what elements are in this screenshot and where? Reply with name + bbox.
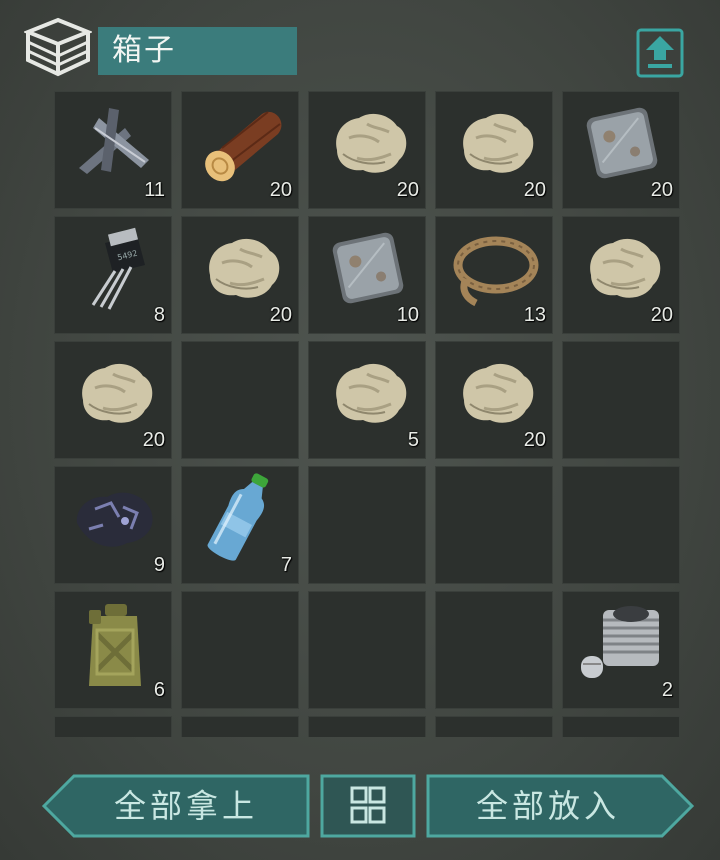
inventory-slot[interactable]: 20: [54, 341, 172, 459]
slot-count: 20: [269, 179, 292, 201]
slot-count: 13: [523, 304, 546, 326]
inventory-slot[interactable]: [181, 591, 299, 709]
inventory-slot[interactable]: 20: [562, 91, 680, 209]
inventory-slot[interactable]: 11: [54, 91, 172, 209]
stone-icon: [446, 98, 544, 188]
inventory-slot[interactable]: [562, 341, 680, 459]
sort-button[interactable]: [320, 774, 416, 838]
slot-count: 20: [650, 304, 673, 326]
inventory-slot[interactable]: 20: [181, 91, 299, 209]
slot-count: 20: [523, 429, 546, 451]
inventory-slot[interactable]: 7: [181, 466, 299, 584]
slot-count: 7: [280, 554, 292, 576]
inventory-slot[interactable]: [562, 466, 680, 584]
take-all-label: 全部拿上: [114, 787, 259, 825]
slot-count: 6: [153, 679, 165, 701]
scrap-metal-icon: [65, 98, 163, 188]
inventory-slot[interactable]: [435, 591, 553, 709]
grid-sort-icon: [320, 774, 416, 838]
coal-ore-icon: [65, 473, 163, 563]
inventory-slot[interactable]: [435, 466, 553, 584]
stone-icon: [192, 223, 290, 313]
inventory-slot[interactable]: 6: [54, 591, 172, 709]
inventory-slot[interactable]: 13: [435, 216, 553, 334]
inventory-slot[interactable]: 20: [181, 216, 299, 334]
inventory-slot[interactable]: 20: [562, 216, 680, 334]
transistor-icon: [65, 223, 163, 313]
iron-plate-icon: [319, 223, 417, 313]
slot-count: 8: [153, 304, 165, 326]
put-all-label: 全部放入: [476, 787, 621, 825]
slot-count: 11: [144, 179, 165, 201]
slot-count: 10: [396, 304, 419, 326]
container-title: 箱子: [98, 27, 297, 75]
stone-icon: [573, 223, 671, 313]
stone-icon: [319, 98, 417, 188]
stone-icon: [65, 348, 163, 438]
iron-plate-icon: [573, 98, 671, 188]
water-bottle-icon: [192, 473, 290, 563]
inventory-slot[interactable]: [308, 466, 426, 584]
inventory-slot[interactable]: [562, 716, 680, 737]
slot-count: 20: [523, 179, 546, 201]
inventory-slot[interactable]: 10: [308, 216, 426, 334]
inventory-slot[interactable]: [181, 341, 299, 459]
slot-count: 5: [407, 429, 419, 451]
inventory-slot[interactable]: 5: [308, 341, 426, 459]
rope-icon: [446, 223, 544, 313]
slot-count: 20: [650, 179, 673, 201]
inventory-slot[interactable]: 20: [435, 341, 553, 459]
inventory-slot[interactable]: 20: [435, 91, 553, 209]
inventory-slot[interactable]: 2: [562, 591, 680, 709]
take-all-button[interactable]: 全部拿上: [42, 774, 310, 838]
inventory-slot[interactable]: 20: [308, 91, 426, 209]
stone-icon: [319, 348, 417, 438]
inventory-slot[interactable]: [54, 716, 172, 737]
inventory-grid: 11 20 20 20 20 8 20 10 13 20 20 5 20 9 7 6 2: [54, 91, 684, 737]
slot-count: 2: [661, 679, 673, 701]
inventory-slot[interactable]: [435, 716, 553, 737]
jerrycan-icon: [65, 598, 163, 688]
slot-count: 20: [269, 304, 292, 326]
inventory-slot[interactable]: 9: [54, 466, 172, 584]
log-icon: [192, 98, 290, 188]
inventory-slot[interactable]: [308, 716, 426, 737]
stone-icon: [446, 348, 544, 438]
inventory-slot[interactable]: [308, 591, 426, 709]
inventory-slot[interactable]: [181, 716, 299, 737]
slot-count: 20: [142, 429, 165, 451]
put-all-button[interactable]: 全部放入: [426, 774, 694, 838]
inventory-slot[interactable]: 8: [54, 216, 172, 334]
upload-button[interactable]: [636, 28, 684, 78]
storage-box-icon: [24, 17, 92, 77]
slot-count: 20: [396, 179, 419, 201]
engine-cylinder-icon: [573, 598, 671, 688]
slot-count: 9: [153, 554, 165, 576]
